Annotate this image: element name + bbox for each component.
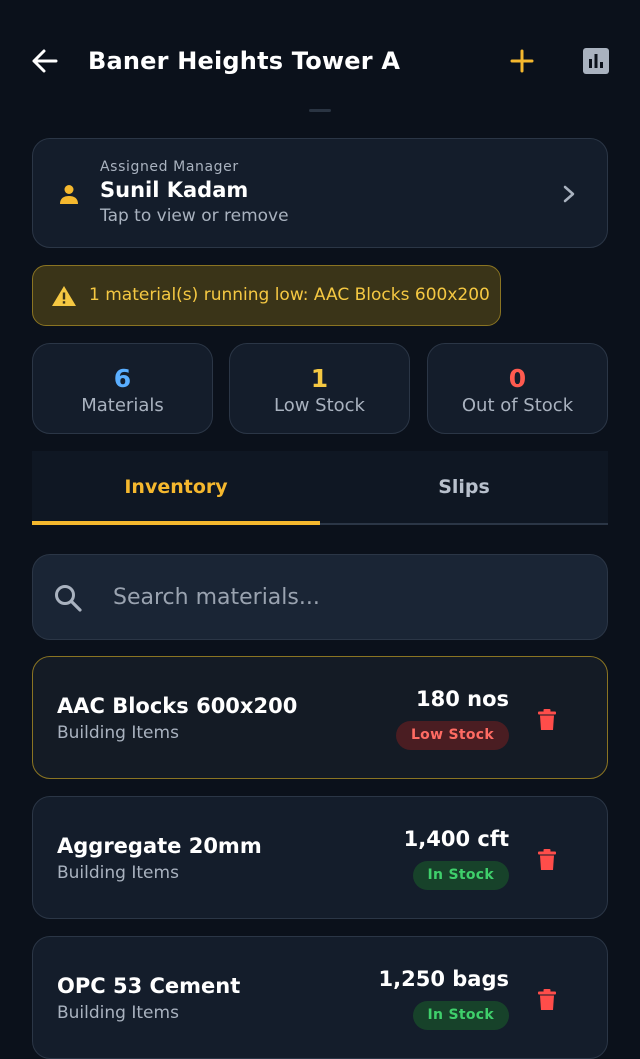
arrow-left-icon (32, 49, 58, 73)
report-button[interactable] (580, 45, 612, 77)
trash-icon (538, 709, 556, 730)
delete-material-button[interactable] (537, 848, 557, 871)
material-item[interactable]: AAC Blocks 600x200 Building Items 180 no… (32, 656, 608, 779)
stat-low-stock: 1 Low Stock (229, 343, 410, 434)
material-quantity: 1,250 bags (378, 967, 509, 991)
material-item[interactable]: OPC 53 Cement Building Items 1,250 bags … (32, 936, 608, 1059)
alert-text: 1 material(s) running low: AAC Blocks 60… (89, 285, 490, 305)
back-button[interactable] (28, 44, 62, 78)
page-title: Baner Heights Tower A (88, 47, 401, 75)
stat-materials: 6 Materials (32, 343, 213, 434)
material-quantity: 180 nos (415, 687, 509, 711)
material-item[interactable]: Aggregate 20mm Building Items 1,400 cft … (32, 796, 608, 919)
warning-icon (52, 286, 76, 306)
manager-subtitle: Tap to view or remove (100, 206, 289, 226)
tab-divider (320, 523, 608, 525)
status-badge: Low Stock (395, 721, 509, 750)
delete-material-button[interactable] (537, 708, 557, 731)
person-icon (60, 185, 78, 204)
delete-material-button[interactable] (537, 988, 557, 1011)
tab-bar: Inventory Slips (32, 451, 608, 525)
stat-out-of-stock: 0 Out of Stock (427, 343, 608, 434)
manager-label: Assigned Manager (100, 159, 239, 175)
search-box[interactable] (32, 554, 608, 640)
stat-label: Materials (81, 395, 164, 416)
material-category: Building Items (57, 723, 179, 743)
trash-icon (538, 849, 556, 870)
status-badge: In Stock (412, 1001, 509, 1030)
active-tab-indicator (32, 521, 320, 525)
material-name: OPC 53 Cement (57, 974, 241, 998)
stat-label: Out of Stock (461, 395, 574, 416)
low-stock-alert: 1 material(s) running low: AAC Blocks 60… (32, 265, 501, 326)
stat-value: 1 (310, 364, 329, 393)
manager-name: Sunil Kadam (100, 178, 249, 202)
chevron-right-icon (563, 185, 575, 203)
trash-icon (538, 989, 556, 1010)
bar-chart-icon (583, 48, 609, 74)
search-icon (55, 585, 82, 612)
material-quantity: 1,400 cft (403, 827, 509, 851)
status-badge: In Stock (412, 861, 509, 890)
material-name: AAC Blocks 600x200 (57, 694, 298, 718)
tab-slips[interactable]: Slips (320, 451, 608, 523)
search-input[interactable] (113, 579, 573, 615)
app-bar: Baner Heights Tower A (0, 0, 640, 120)
plus-icon (510, 49, 534, 73)
stat-value: 0 (508, 364, 527, 393)
add-material-button[interactable] (506, 44, 538, 78)
material-category: Building Items (57, 863, 179, 883)
material-category: Building Items (57, 1003, 179, 1023)
drag-handle (309, 109, 331, 112)
tab-inventory[interactable]: Inventory (32, 451, 320, 523)
stat-label: Low Stock (274, 395, 365, 416)
assigned-manager-card[interactable]: Assigned Manager Sunil Kadam Tap to view… (32, 138, 608, 248)
stat-value: 6 (113, 364, 132, 393)
material-name: Aggregate 20mm (57, 834, 262, 858)
